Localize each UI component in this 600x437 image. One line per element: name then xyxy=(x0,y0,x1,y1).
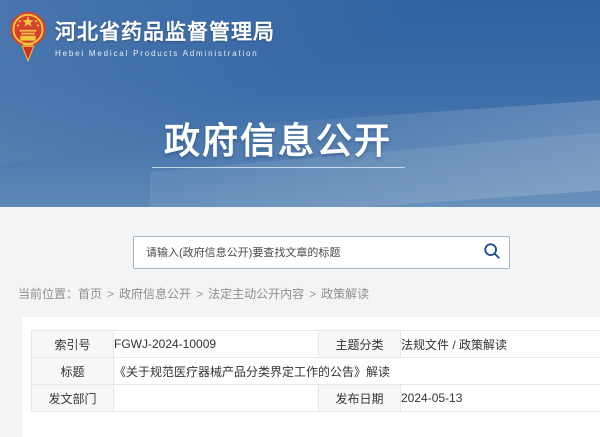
breadcrumb-item-statutory-content[interactable]: 法定主动公开内容 xyxy=(208,287,304,301)
page-title: 政府信息公开 xyxy=(164,112,392,164)
site-name-english: Hebei Medical Products Administration xyxy=(55,49,275,58)
publish-date-label: 发布日期 xyxy=(319,385,401,412)
main-content: 当前位置：首页 > 政府信息公开 > 法定主动公开内容 > 政策解读 索引号 FGWJ-20… xyxy=(0,207,600,400)
table-row-title: 标题 《关于规范医疗器械产品分类界定工作的公告》解读 xyxy=(32,358,600,385)
department-label: 发文部门 xyxy=(32,385,114,412)
header-banner: 河北省药品监督管理局 Hebei Medical Products Admini… xyxy=(0,0,600,207)
search-icon xyxy=(483,242,501,263)
breadcrumb-separator: > xyxy=(309,287,316,301)
search-input[interactable] xyxy=(134,247,475,259)
category-label: 主题分类 xyxy=(319,331,401,358)
national-emblem-icon xyxy=(9,9,47,68)
breadcrumb-separator: > xyxy=(107,287,114,301)
breadcrumb-separator: > xyxy=(196,287,203,301)
category-value: 法规文件 / 政策解读 xyxy=(401,331,600,358)
site-name-chinese: 河北省药品监督管理局 xyxy=(55,20,275,46)
table-row-department: 发文部门 发布日期 2024-05-13 xyxy=(32,385,600,412)
site-logo-text: 河北省药品监督管理局 Hebei Medical Products Admini… xyxy=(55,20,275,58)
title-label: 标题 xyxy=(32,358,114,385)
breadcrumb-item-home[interactable]: 首页 xyxy=(78,287,102,301)
index-number-label: 索引号 xyxy=(32,331,114,358)
title-underline xyxy=(152,167,405,168)
site-logo-link[interactable]: 河北省药品监督管理局 Hebei Medical Products Admini… xyxy=(9,9,275,68)
index-number-value: FGWJ-2024-10009 xyxy=(114,331,319,358)
document-card: 索引号 FGWJ-2024-10009 主题分类 法规文件 / 政策解读 标题 … xyxy=(22,317,600,437)
breadcrumb-location-label: 当前位置： xyxy=(18,287,78,301)
breadcrumb-item-info-disclosure[interactable]: 政府信息公开 xyxy=(119,287,191,301)
department-value xyxy=(114,385,319,412)
search-box xyxy=(133,236,510,269)
title-value: 《关于规范医疗器械产品分类界定工作的公告》解读 xyxy=(114,358,600,385)
search-button[interactable] xyxy=(475,237,509,268)
publish-date-value: 2024-05-13 xyxy=(401,385,600,412)
breadcrumb: 当前位置：首页 > 政府信息公开 > 法定主动公开内容 > 政策解读 xyxy=(18,285,369,302)
breadcrumb-item-policy-interpretation[interactable]: 政策解读 xyxy=(321,287,369,301)
table-row-index: 索引号 FGWJ-2024-10009 主题分类 法规文件 / 政策解读 xyxy=(32,331,600,358)
